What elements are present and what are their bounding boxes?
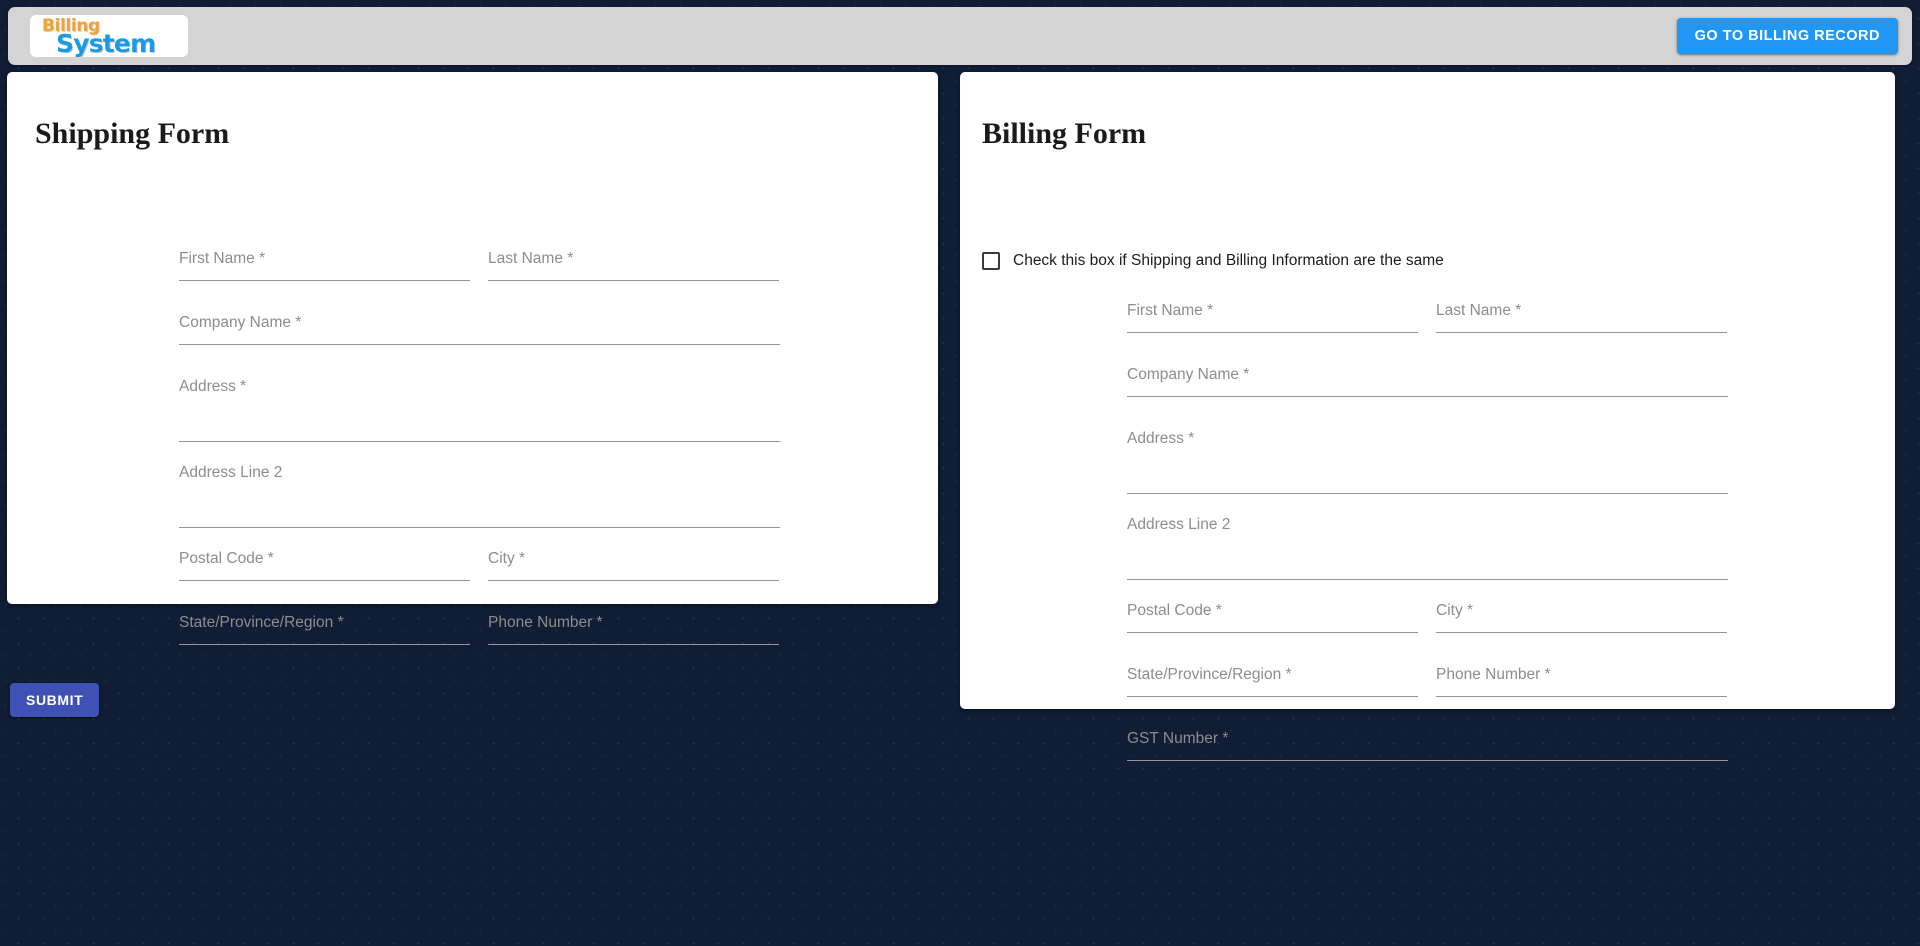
input-address-line-2[interactable] (1127, 557, 1728, 579)
same-as-shipping-label: Check this box if Shipping and Billing I… (1013, 252, 1444, 269)
field-city: City * (488, 550, 779, 581)
submit-button[interactable]: SUBMIT (10, 683, 100, 717)
input-postal-code[interactable] (1127, 610, 1418, 632)
field-row: First Name * Last Name * (179, 250, 780, 314)
input-city[interactable] (488, 558, 779, 580)
field-row: State/Province/Region * Phone Number * (1127, 666, 1728, 730)
field-first-name: First Name * (1127, 302, 1418, 333)
input-company-name[interactable] (179, 322, 780, 344)
input-state-province-region[interactable] (1127, 674, 1418, 696)
input-postal-code[interactable] (179, 558, 470, 580)
billing-form-title: Billing Form (982, 117, 1147, 150)
input-gst-number[interactable] (1127, 738, 1728, 760)
field-address-line-2: Address Line 2 (1127, 516, 1728, 580)
shipping-fields-container: First Name * Last Name * Company Name * Add… (179, 250, 780, 678)
field-address-line-2: Address Line 2 (179, 464, 780, 528)
field-company-name: Company Name * (1127, 366, 1728, 397)
field-label-address-line-2: Address Line 2 (1127, 516, 1231, 533)
go-to-billing-record-button[interactable]: GO TO BILLING RECORD (1676, 18, 1898, 54)
field-address: Address * (1127, 430, 1728, 494)
logo-text-system: System (56, 29, 156, 57)
app-header: Billing System GO TO BILLING RECORD (8, 7, 1912, 65)
field-row: Address Line 2 (179, 464, 780, 550)
field-phone-number: Phone Number * (488, 614, 779, 645)
field-last-name: Last Name * (488, 250, 779, 281)
input-address[interactable] (1127, 471, 1728, 493)
field-postal-code: Postal Code * (1127, 602, 1418, 633)
field-company-name: Company Name * (179, 314, 780, 345)
same-as-shipping-row[interactable]: Check this box if Shipping and Billing I… (982, 252, 1444, 270)
billing-fields-container: First Name * Last Name * Company Name * Add… (1127, 302, 1728, 794)
field-row: Address * (179, 378, 780, 464)
field-row: GST Number * (1127, 730, 1728, 794)
input-phone-number[interactable] (1436, 674, 1727, 696)
app-logo: Billing System (30, 15, 188, 57)
field-state-province-region: State/Province/Region * (179, 614, 470, 645)
field-city: City * (1436, 602, 1727, 633)
input-last-name[interactable] (488, 258, 779, 280)
shipping-form-card: Shipping Form First Name * Last Name * Com… (7, 72, 938, 645)
field-phone-number: Phone Number * (1436, 666, 1727, 697)
field-address: Address * (179, 378, 780, 442)
field-row: Company Name * (1127, 366, 1728, 430)
input-first-name[interactable] (1127, 310, 1418, 332)
same-as-shipping-checkbox[interactable] (982, 252, 1000, 270)
field-label-address: Address * (1127, 430, 1195, 447)
input-company-name[interactable] (1127, 374, 1728, 396)
field-first-name: First Name * (179, 250, 470, 281)
field-last-name: Last Name * (1436, 302, 1727, 333)
field-row: Company Name * (179, 314, 780, 378)
input-address-line-2[interactable] (179, 505, 780, 527)
field-gst-number: GST Number * (1127, 730, 1728, 761)
field-label-address-line-2: Address Line 2 (179, 464, 283, 481)
field-state-province-region: State/Province/Region * (1127, 666, 1418, 697)
field-row: Address * (1127, 430, 1728, 516)
field-label-address: Address * (179, 378, 247, 395)
input-first-name[interactable] (179, 258, 470, 280)
field-row: State/Province/Region * Phone Number * (179, 614, 780, 678)
field-row: Address Line 2 (1127, 516, 1728, 602)
billing-form-card: Billing Form Check this box if Shipping … (960, 72, 1895, 761)
field-row: First Name * Last Name * (1127, 302, 1728, 366)
shipping-form-title: Shipping Form (35, 117, 230, 150)
input-address[interactable] (179, 419, 780, 441)
input-city[interactable] (1436, 610, 1727, 632)
input-last-name[interactable] (1436, 310, 1727, 332)
input-phone-number[interactable] (488, 622, 779, 644)
field-row: Postal Code * City * (1127, 602, 1728, 666)
input-state-province-region[interactable] (179, 622, 470, 644)
field-postal-code: Postal Code * (179, 550, 470, 581)
field-row: Postal Code * City * (179, 550, 780, 614)
